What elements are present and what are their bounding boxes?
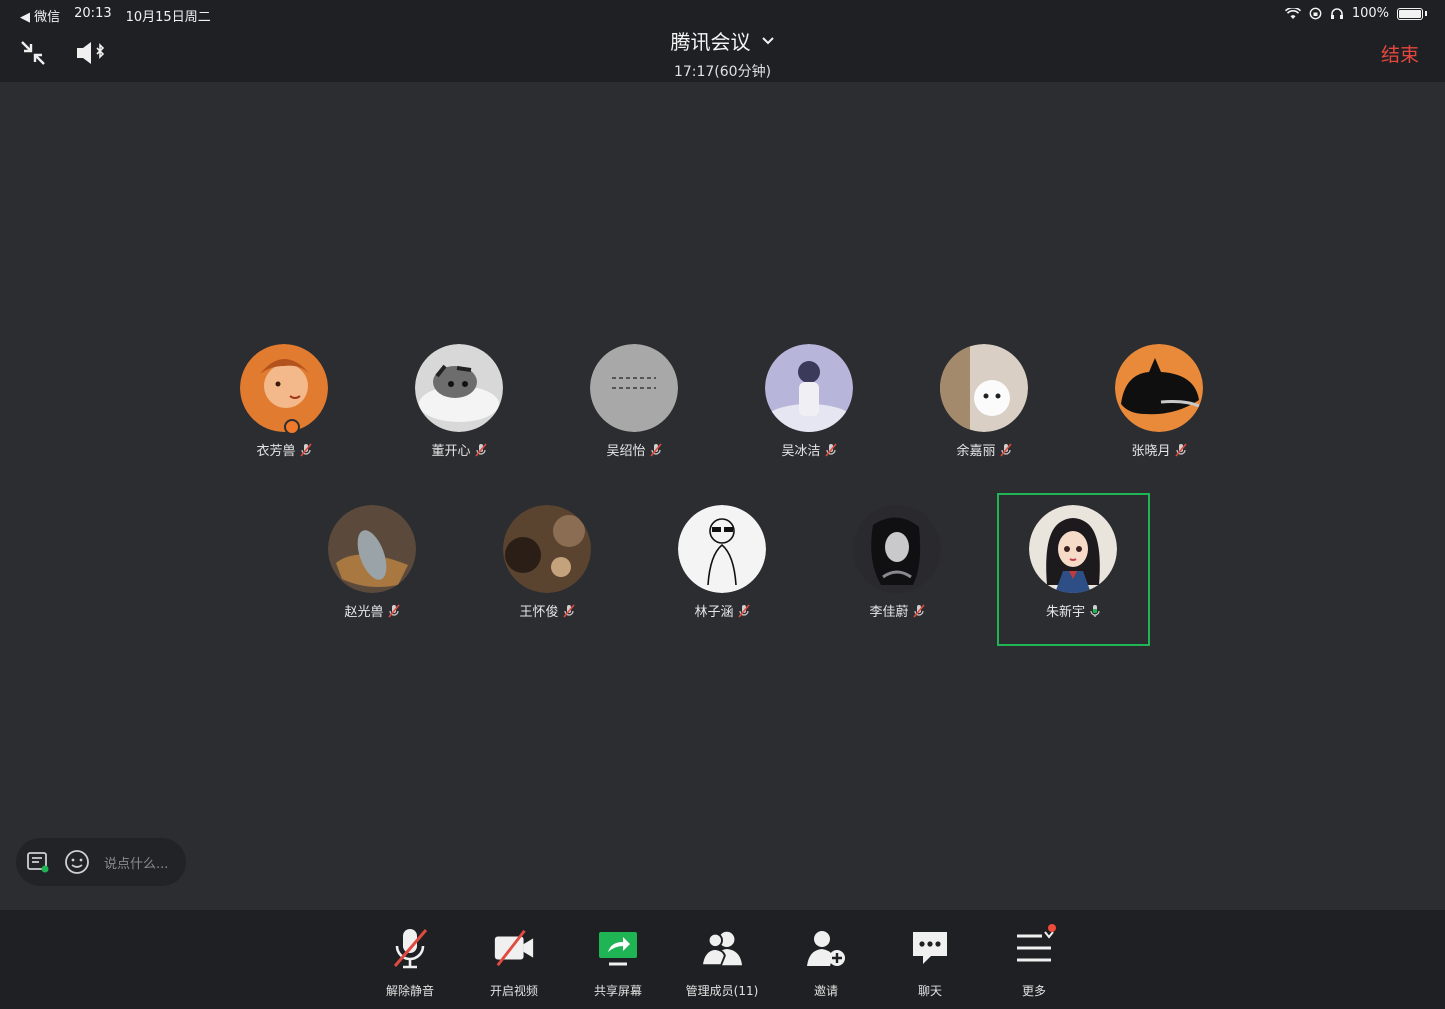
video-off-icon [494, 929, 534, 967]
bottom-toolbar: 解除静音 开启视频 共享屏幕 管理成员(11) 邀请 聊天 更多 [0, 910, 1445, 1009]
avatar [1115, 344, 1203, 432]
chat-input-pill[interactable]: 说点什么... [16, 838, 186, 886]
avatar [415, 344, 503, 432]
participant-tile[interactable]: 衣芳兽 [209, 333, 359, 483]
mic-muted-icon [474, 442, 487, 457]
add-person-icon [807, 931, 845, 966]
mic-muted-icon [999, 442, 1012, 457]
participant-name: 吴冰洁 [781, 444, 821, 459]
participant-name: 衣芳兽 [256, 444, 296, 459]
unmute-button[interactable]: 解除静音 [358, 926, 462, 1006]
emoji-icon[interactable] [64, 849, 90, 875]
participant-name: 赵光兽 [344, 605, 384, 620]
avatar [853, 505, 941, 593]
mic-muted-icon [649, 442, 662, 457]
avatar [765, 344, 853, 432]
participant-name: 朱新宇 [1045, 605, 1085, 620]
share-screen-label: 共享屏幕 [593, 984, 642, 998]
mic-muted-icon [562, 603, 575, 618]
avatar [1029, 505, 1117, 593]
start-video-button[interactable]: 开启视频 [462, 926, 566, 1006]
mic-muted-icon [737, 603, 750, 618]
participant-tile[interactable]: 余嘉丽 [909, 333, 1059, 483]
participant-tile[interactable]: 吴冰洁 [734, 333, 884, 483]
more-button[interactable]: 更多 [982, 924, 1086, 1006]
avatar [503, 505, 591, 593]
invite-label: 邀请 [813, 984, 838, 998]
host-badge-icon [284, 419, 300, 435]
participant-name: 董开心 [431, 444, 471, 459]
participant-tile[interactable]: 张晓月 [1084, 333, 1234, 483]
participant-name: 王怀俊 [519, 605, 559, 620]
mic-muted-icon [299, 442, 312, 457]
more-label: 更多 [1021, 984, 1046, 998]
manage-members-button[interactable]: 管理成员(11) [670, 926, 774, 1006]
mic-muted-icon [824, 442, 837, 457]
share-screen-button[interactable]: 共享屏幕 [566, 926, 670, 1006]
participant-tile[interactable]: 赵光兽 [297, 494, 447, 644]
start-video-label: 开启视频 [489, 984, 538, 998]
mic-muted-icon [912, 603, 925, 618]
participant-name: 吴绍怡 [606, 444, 646, 459]
participant-tile[interactable]: 吴绍怡 [559, 333, 709, 483]
notification-dot [1048, 924, 1056, 932]
avatar [240, 344, 328, 432]
mic-muted-icon [387, 603, 400, 618]
participant-tile[interactable]: 董开心 [384, 333, 534, 483]
avatar [328, 505, 416, 593]
mic-muted-icon [1174, 442, 1187, 457]
mic-off-icon [393, 929, 428, 969]
participant-name: 张晓月 [1131, 444, 1171, 459]
manage-members-label: 管理成员(11) [685, 984, 759, 998]
avatar [940, 344, 1028, 432]
members-icon [700, 931, 743, 967]
avatar [678, 505, 766, 593]
mic-active-icon [1090, 604, 1100, 617]
participant-name: 林子涵 [694, 605, 734, 620]
participant-tile-active-speaker[interactable]: 朱新宇 [997, 493, 1150, 646]
avatar [590, 344, 678, 432]
participant-tile[interactable]: 林子涵 [647, 494, 797, 644]
chat-bubble-icon [913, 932, 947, 964]
invite-button[interactable]: 邀请 [774, 926, 878, 1006]
chat-button[interactable]: 聊天 [878, 926, 982, 1006]
participant-name: 李佳蔚 [869, 605, 909, 620]
chat-list-icon[interactable] [26, 850, 50, 874]
chat-label: 聊天 [917, 984, 942, 998]
participant-grid: 衣芳兽 董开心 吴绍怡 吴冰洁 余嘉丽 张晓月 赵光兽 王怀俊 林子涵 李佳蔚 … [0, 0, 1445, 1009]
participant-name: 余嘉丽 [956, 444, 996, 459]
unmute-label: 解除静音 [385, 984, 434, 998]
share-screen-icon [599, 932, 637, 966]
chat-placeholder[interactable]: 说点什么... [104, 853, 168, 872]
participant-tile[interactable]: 李佳蔚 [822, 494, 972, 644]
participant-tile[interactable]: 王怀俊 [472, 494, 622, 644]
menu-icon [1017, 931, 1054, 962]
